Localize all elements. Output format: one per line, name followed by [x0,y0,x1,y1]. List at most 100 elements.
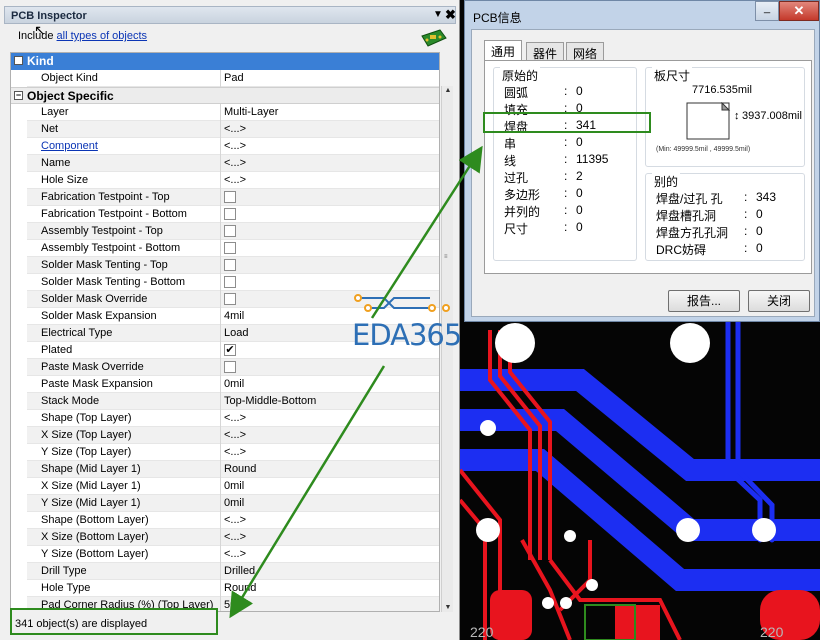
property-row[interactable]: Solder Mask Tenting - Top [27,257,439,274]
tab-components[interactable]: 器件 [526,42,565,61]
property-row[interactable]: Object Kind Pad [27,70,439,87]
property-value[interactable]: <...> [224,429,246,441]
report-button[interactable]: 报告... [668,290,740,312]
inspector-title-bar[interactable]: PCB Inspector ▼ ✖ [4,6,456,24]
property-name: Y Size (Mid Layer 1) [41,497,141,509]
property-value[interactable]: <...> [224,531,246,543]
property-checkbox[interactable] [224,242,236,254]
section-object-specific[interactable]: − Object Specific [11,87,439,104]
property-row[interactable]: Hole Size <...> [27,172,439,189]
property-value[interactable]: 0mil [224,378,244,390]
primitive-row: 串:0 [504,135,583,152]
property-row[interactable]: Paste Mask Expansion 0mil [27,376,439,393]
primitive-value: 0 [576,203,583,217]
property-row[interactable]: Y Size (Bottom Layer) <...> [27,546,439,563]
pin-dropdown-icon[interactable]: ▼ [433,9,443,20]
property-value[interactable]: Multi-Layer [224,106,278,118]
column-divider [220,223,221,240]
property-checkbox[interactable] [224,276,236,288]
section-label: Object Specific [27,89,114,103]
property-checkbox[interactable] [224,208,236,220]
other-row: 焊盘槽孔洞:0 [656,207,763,224]
property-value[interactable]: Round [224,463,256,475]
property-value[interactable]: 4mil [224,310,244,322]
property-row[interactable]: Assembly Testpoint - Bottom [27,240,439,257]
property-row[interactable]: Solder Mask Tenting - Bottom [27,274,439,291]
scroll-thumb[interactable]: ≡ [444,254,448,260]
tab-nets[interactable]: 网络 [566,42,605,61]
primitive-value: 11395 [576,152,609,166]
property-row[interactable]: Shape (Mid Layer 1) Round [27,461,439,478]
property-row[interactable]: X Size (Mid Layer 1) 0mil [27,478,439,495]
property-row[interactable]: Name <...> [27,155,439,172]
property-value[interactable]: <...> [224,548,246,560]
property-value[interactable]: <...> [224,140,246,152]
property-value[interactable]: 0mil [224,480,244,492]
collapse-icon[interactable]: − [14,56,23,65]
property-row[interactable]: Stack Mode Top-Middle-Bottom [27,393,439,410]
column-divider [220,359,221,376]
property-value[interactable]: <...> [224,123,246,135]
property-row[interactable]: X Size (Bottom Layer) <...> [27,529,439,546]
close-button[interactable]: 关闭 [748,290,810,312]
board-min-max: (Min: 49999.5mil , 49999.5mil) [656,146,751,153]
property-row[interactable]: Assembly Testpoint - Top [27,223,439,240]
property-name[interactable]: Component [41,140,98,152]
property-row[interactable]: Fabrication Testpoint - Top [27,189,439,206]
property-value[interactable]: <...> [224,514,246,526]
property-row[interactable]: Net <...> [27,121,439,138]
property-name: Paste Mask Expansion [41,378,153,390]
property-checkbox[interactable] [224,361,236,373]
property-row[interactable]: Hole Type Round [27,580,439,597]
column-divider [220,410,221,427]
property-row[interactable]: Y Size (Mid Layer 1) 0mil [27,495,439,512]
property-checkbox[interactable] [224,191,236,203]
property-value[interactable]: Round [224,582,256,594]
tab-general[interactable]: 通用 [484,40,523,60]
property-value[interactable]: Top-Middle-Bottom [224,395,316,407]
property-row[interactable]: Layer Multi-Layer [27,104,439,121]
group-title: 别的 [652,173,681,190]
scroll-down-icon[interactable]: ▼ [443,604,453,611]
property-value[interactable]: <...> [224,174,246,186]
collapse-icon[interactable]: − [14,91,23,100]
property-row[interactable]: Drill Type Drilled [27,563,439,580]
close-icon[interactable]: ✖ [445,7,456,23]
close-window-button[interactable]: ✕ [779,1,819,21]
property-name: Paste Mask Override [41,361,144,373]
property-name: Shape (Top Layer) [41,412,132,424]
property-row[interactable]: Paste Mask Override [27,359,439,376]
group-title: 板尺寸 [652,67,693,84]
property-value[interactable]: 0mil [224,497,244,509]
property-checkbox[interactable]: ✔ [224,344,236,356]
property-row[interactable]: Component <...> [27,138,439,155]
section-kind[interactable]: − Kind [11,53,439,70]
column-divider [220,70,221,87]
column-divider [220,257,221,274]
primitive-value: 0 [576,135,583,149]
property-value[interactable]: Drilled [224,565,255,577]
minimize-button[interactable]: _ [755,1,779,21]
property-checkbox[interactable] [224,259,236,271]
property-value[interactable]: <...> [224,412,246,424]
property-value[interactable]: 50 [224,599,236,611]
property-row[interactable]: Y Size (Top Layer) <...> [27,444,439,461]
property-row[interactable]: Fabrication Testpoint - Bottom [27,206,439,223]
property-value[interactable]: <...> [224,157,246,169]
colon: : [564,84,568,98]
scroll-up-icon[interactable]: ▲ [443,87,453,94]
property-row[interactable]: Shape (Top Layer) <...> [27,410,439,427]
property-checkbox[interactable] [224,293,236,305]
property-value[interactable]: Load [224,327,248,339]
property-value[interactable]: Pad [224,72,244,84]
board-label: 220 [760,624,784,640]
vertical-dimension-mark: ↕ [734,110,740,122]
property-checkbox[interactable] [224,225,236,237]
column-divider [220,325,221,342]
column-divider [220,529,221,546]
colon: : [744,224,748,238]
property-value[interactable]: <...> [224,446,246,458]
include-types-link[interactable]: all types of objects [57,30,148,42]
property-row[interactable]: X Size (Top Layer) <...> [27,427,439,444]
property-row[interactable]: Shape (Bottom Layer) <...> [27,512,439,529]
